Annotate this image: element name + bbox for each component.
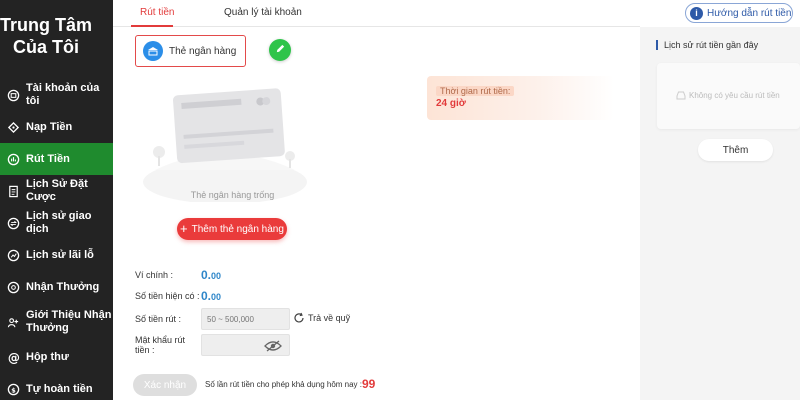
edit-bank-button[interactable] [269,39,291,61]
mailbox-icon: @ [7,351,20,364]
return-to-fund-label: Trả về quỹ [308,313,351,323]
info-icon: i [690,6,703,20]
empty-bank-card-text: Thẻ ngân hàng trống [190,190,275,200]
current-balance-value: 0.00 [201,289,221,303]
sidebar-item-referral[interactable]: Giới Thiệu Nhận Thưởng [0,303,113,341]
withdraw-time-value: 24 giờ [436,98,466,109]
withdraw-amount-input[interactable] [201,308,290,330]
sidebar-item-label: Nhận Thưởng [26,280,100,293]
sidebar-item-deposit[interactable]: Nạp Tiền [0,111,113,143]
main-wallet-value: 0.00 [201,268,221,282]
sidebar-item-label: Rút Tiền [26,152,70,165]
main-wallet-label: Ví chính : [135,270,174,280]
withdraw-amount-label: Số tiền rút : [135,314,182,324]
profit-loss-icon [7,249,20,262]
withdraw-password-label: Mật khẩu rút tiền : [135,335,185,355]
sidebar-item-transaction-history[interactable]: Lịch sử giao dịch [0,207,113,239]
confirm-button[interactable]: Xác nhận [133,374,197,396]
daily-withdraw-quota-text: Số lần rút tiền cho phép khả dụng hôm na… [205,380,362,389]
app-root: Trung Tâm Của Tôi Tài khoản của tôi Nạp … [0,0,800,400]
sidebar-item-label: Giới Thiệu Nhận Thưởng [26,309,112,334]
sidebar-item-label: Lịch sử giao dịch [26,210,92,235]
sidebar-item-bet-history[interactable]: Lịch Sử Đặt Cược [0,175,113,207]
current-balance-int: 0. [201,289,212,303]
current-balance-dec: 00 [211,292,222,302]
sidebar-item-label: Nạp Tiền [26,120,73,133]
withdraw-time-box: Thời gian rút tiền: 24 giờ [427,76,614,120]
sidebar: Trung Tâm Của Tôi Tài khoản của tôi Nạp … [0,0,113,400]
more-history-button[interactable]: Thêm [698,139,773,161]
deposit-icon [7,121,20,134]
sidebar-item-reward[interactable]: Nhận Thưởng [0,271,113,303]
sidebar-item-label: Tài khoản của tôi [26,82,100,107]
withdraw-icon [7,153,20,166]
sidebar-item-label: Hộp thư [26,350,69,363]
sidebar-nav: Tài khoản của tôi Nạp Tiền Rút Tiền Lịch… [0,79,113,400]
current-balance-label: Số tiền hiện có : [135,291,200,301]
bank-icon [143,41,163,61]
svg-text:$: $ [11,386,16,394]
svg-text:@: @ [8,351,20,364]
sidebar-item-profit-loss[interactable]: Lịch sử lãi lỗ [0,239,113,271]
return-to-fund-button[interactable]: Trả về quỹ [293,312,350,324]
reward-icon [7,281,20,294]
plus-icon: + [180,221,188,236]
tab-account-management[interactable]: Quản lý tài khoản [224,7,302,18]
recent-withdraw-history-title: Lịch sử rút tiền gần đây [656,40,758,50]
active-tab-indicator [131,25,173,27]
add-bank-card-label: Thêm thẻ ngân hàng [191,223,284,235]
sidebar-item-cashback[interactable]: $ Tự hoàn tiền [0,373,113,400]
sidebar-item-account[interactable]: Tài khoản của tôi [0,79,113,111]
withdraw-password-label-1: Mật khẩu rút [135,335,186,345]
bet-history-icon [7,185,20,198]
refresh-icon [293,312,305,324]
sidebar-item-label: Tự hoàn tiền [26,382,93,395]
sidebar-brand: Trung Tâm Của Tôi [0,14,92,58]
add-bank-card-button[interactable]: + Thêm thẻ ngân hàng [177,218,287,240]
tab-bar: Rút tiền Quản lý tài khoản [113,0,640,27]
account-icon [7,89,20,102]
sidebar-item-withdraw[interactable]: Rút Tiền [0,143,113,175]
recent-withdraw-history-list: Không có yêu cầu rút tiền [657,63,800,129]
referral-icon [7,316,20,329]
daily-withdraw-quota-value: 99 [362,377,376,391]
empty-inbox-icon [676,90,686,100]
sidebar-item-label: Lịch Sử Đặt Cược [26,178,88,203]
empty-history-message: Không có yêu cầu rút tiền [676,90,780,100]
recent-withdraw-history-panel: Lịch sử rút tiền gần đây Không có yêu cầ… [640,27,800,400]
transaction-history-icon [7,217,20,230]
eye-off-icon[interactable] [264,339,282,352]
main-wallet-dec: 00 [211,271,222,281]
brand-line-2: Của Tôi [13,37,79,57]
withdraw-password-label-2: tiền : [135,345,155,355]
withdraw-guide-label: Hướng dẫn rút tiền [707,7,792,19]
main-wallet-int: 0. [201,268,212,282]
bank-card-selector-label: Thẻ ngân hàng [169,45,237,57]
bank-card-selector[interactable]: Thẻ ngân hàng [135,35,246,67]
withdraw-guide-button[interactable]: i Hướng dẫn rút tiền [685,3,793,23]
brand-line-1: Trung Tâm [0,15,93,35]
empty-history-text: Không có yêu cầu rút tiền [689,90,780,100]
empty-bank-card-illustration [135,82,310,204]
withdraw-time-label: Thời gian rút tiền: [436,86,515,96]
sidebar-item-label: Lịch sử lãi lỗ [26,248,94,261]
pencil-icon [275,41,286,59]
cashback-icon: $ [7,383,20,396]
sidebar-item-mailbox[interactable]: @ Hộp thư [0,341,113,373]
tab-withdraw[interactable]: Rút tiền [140,7,174,18]
